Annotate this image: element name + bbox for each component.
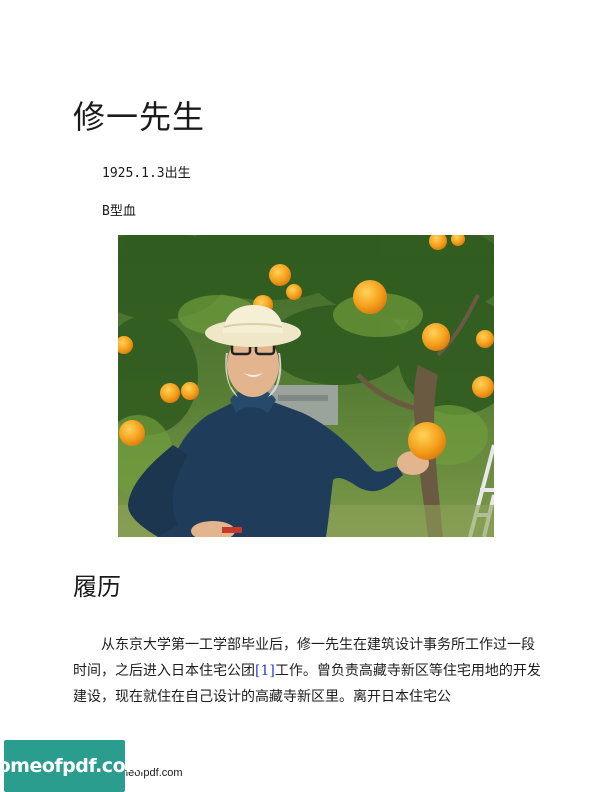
blood-type: B型血: [102, 204, 136, 219]
portrait-photo: [118, 235, 494, 537]
body-paragraph: 从东京大学第一工学部毕业后，修一先生在建筑设计事务所工作过一段时间，之后进入日本…: [73, 632, 543, 710]
logo-text: homeofpdf.com: [0, 755, 145, 777]
birth-date: 1925.1.3出生: [102, 166, 191, 181]
homeofpdf-logo[interactable]: homeofpdf.com: [0, 740, 145, 792]
section-heading-resume: 履历: [73, 573, 121, 601]
page-title: 修一先生: [73, 98, 206, 136]
footnote-link[interactable]: [1]: [255, 663, 275, 679]
